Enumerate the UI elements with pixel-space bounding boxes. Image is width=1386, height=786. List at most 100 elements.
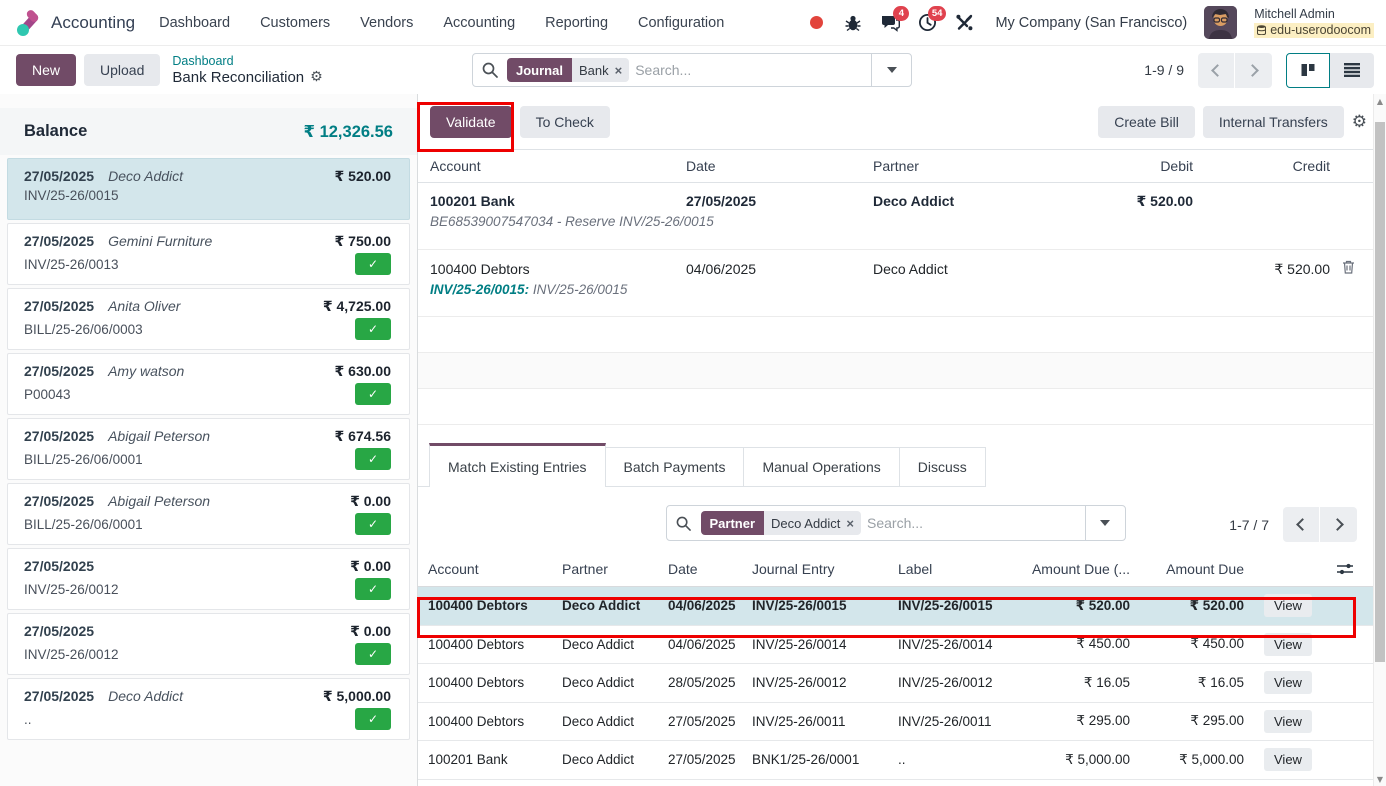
kanban-view-button[interactable]: [1286, 53, 1330, 88]
validated-check-button[interactable]: ✓: [355, 513, 391, 535]
tab-discuss[interactable]: Discuss: [899, 447, 986, 487]
validated-check-button[interactable]: ✓: [355, 708, 391, 730]
validated-check-button[interactable]: ✓: [355, 318, 391, 340]
avatar[interactable]: [1204, 6, 1237, 39]
col-account[interactable]: Account: [418, 158, 686, 174]
facet-remove-icon[interactable]: ×: [615, 63, 623, 78]
user-menu[interactable]: Mitchell Admin edu-userodoocom: [1254, 7, 1374, 38]
internal-transfers-button[interactable]: Internal Transfers: [1203, 106, 1344, 138]
line-date: 27/05/2025: [24, 428, 94, 444]
validated-check-button[interactable]: ✓: [355, 448, 391, 470]
col-credit[interactable]: Credit: [1199, 158, 1336, 174]
tab-batch-payments[interactable]: Batch Payments: [605, 447, 745, 487]
facet-remove-icon[interactable]: ×: [846, 516, 854, 531]
col-date[interactable]: Date: [660, 561, 744, 577]
statement-line-card[interactable]: 27/05/2025Deco Addict₹ 520.00INV/25-26/0…: [7, 158, 410, 220]
search-input[interactable]: [635, 62, 871, 78]
balance-label: Balance: [24, 122, 87, 141]
col-partner[interactable]: Partner: [873, 158, 1093, 174]
validated-check-button[interactable]: ✓: [355, 383, 391, 405]
list-view-button[interactable]: [1330, 53, 1374, 88]
statement-line-card[interactable]: 27/05/2025Amy watson₹ 630.00P00043✓: [7, 353, 410, 415]
breadcrumb-dashboard-link[interactable]: Dashboard: [172, 54, 322, 68]
match-row[interactable]: 100400 DebtorsDeco Addict28/05/2025INV/2…: [418, 664, 1373, 703]
validate-button[interactable]: Validate: [430, 106, 512, 138]
kanban-view-icon: [1300, 62, 1316, 78]
pager-previous-button[interactable]: [1198, 53, 1235, 88]
line-date: 27/05/2025: [24, 688, 94, 704]
statement-line-card[interactable]: 27/05/2025₹ 0.00INV/25-26/0012✓: [7, 548, 410, 610]
upload-button[interactable]: Upload: [84, 54, 160, 86]
match-pager-next-button[interactable]: [1320, 507, 1357, 542]
match-pager-value[interactable]: 1-7 / 7: [1229, 517, 1269, 533]
match-pager-previous-button[interactable]: [1283, 507, 1320, 542]
match-row[interactable]: 100400 DebtorsDeco Addict27/05/2025INV/2…: [418, 703, 1373, 742]
odoo-logo-icon[interactable]: [14, 9, 41, 36]
match-row[interactable]: 100201 BankDeco Addict27/05/2025BNK1/25-…: [418, 741, 1373, 780]
col-amount-due[interactable]: Amount Due: [1138, 561, 1252, 577]
activities-icon[interactable]: 54: [917, 13, 937, 33]
statement-line-card[interactable]: 27/05/2025Gemini Furniture₹ 750.00INV/25…: [7, 223, 410, 285]
menu-item-vendors[interactable]: Vendors: [360, 15, 413, 31]
match-row[interactable]: 100400 DebtorsDeco Addict04/06/2025INV/2…: [418, 626, 1373, 665]
col-debit[interactable]: Debit: [1093, 158, 1199, 174]
validated-check-button[interactable]: ✓: [355, 578, 391, 600]
create-bill-button[interactable]: Create Bill: [1098, 106, 1195, 138]
tab-match-existing-entries[interactable]: Match Existing Entries: [429, 443, 606, 487]
messages-icon[interactable]: 4: [880, 13, 900, 33]
line-amount: ₹ 4,725.00: [323, 298, 391, 315]
search-dropdown-toggle[interactable]: [871, 54, 911, 86]
action-gear-icon[interactable]: ⚙: [310, 69, 323, 85]
pager-next-button[interactable]: [1235, 53, 1272, 88]
vertical-scrollbar[interactable]: ▲ ▼: [1373, 94, 1386, 786]
col-account[interactable]: Account: [418, 561, 554, 577]
view-button[interactable]: View: [1264, 594, 1312, 617]
optional-columns-button[interactable]: [1318, 562, 1370, 576]
to-check-button[interactable]: To Check: [520, 106, 610, 138]
col-journal-entry[interactable]: Journal Entry: [744, 561, 890, 577]
delete-line-button[interactable]: [1336, 260, 1372, 274]
statement-line-card[interactable]: 27/05/2025Abigail Peterson₹ 674.56BILL/2…: [7, 418, 410, 480]
menu-item-reporting[interactable]: Reporting: [545, 15, 608, 31]
col-label[interactable]: Label: [890, 561, 1022, 577]
validated-check-button[interactable]: ✓: [355, 253, 391, 275]
col-date[interactable]: Date: [686, 158, 873, 174]
entry-row[interactable]: 100400 Debtors04/06/2025Deco Addict₹ 520…: [418, 250, 1373, 317]
settings-gear-icon[interactable]: ⚙: [1352, 112, 1367, 132]
bug-icon[interactable]: [843, 13, 863, 33]
menu-item-accounting[interactable]: Accounting: [443, 15, 515, 31]
scroll-up-icon[interactable]: ▲: [1374, 94, 1386, 108]
view-button[interactable]: View: [1264, 633, 1312, 656]
tools-icon[interactable]: [954, 13, 974, 33]
validated-check-button[interactable]: ✓: [355, 643, 391, 665]
statement-line-card[interactable]: 27/05/2025₹ 0.00INV/25-26/0012✓: [7, 613, 410, 675]
match-label: INV/25-26/0015: [890, 598, 1022, 613]
search-dropdown-toggle[interactable]: [1085, 506, 1125, 540]
pager-value[interactable]: 1-9 / 9: [1144, 62, 1184, 78]
menu-item-customers[interactable]: Customers: [260, 15, 330, 31]
view-button[interactable]: View: [1264, 671, 1312, 694]
new-button[interactable]: New: [16, 54, 76, 86]
match-search-bar: Partner Deco Addict ×: [666, 505, 1126, 541]
company-switcher[interactable]: My Company (San Francisco): [995, 15, 1187, 31]
menu-item-configuration[interactable]: Configuration: [638, 15, 724, 31]
scroll-down-icon[interactable]: ▼: [1374, 772, 1386, 786]
col-amount-due-currency[interactable]: Amount Due (...: [1022, 561, 1138, 577]
match-account: 100201 Bank: [418, 752, 554, 767]
tab-manual-operations[interactable]: Manual Operations: [743, 447, 899, 487]
app-name[interactable]: Accounting: [51, 13, 135, 33]
scrollbar-thumb[interactable]: [1375, 122, 1385, 662]
entry-memo-link[interactable]: INV/25-26/0015:: [430, 282, 529, 297]
statement-line-card[interactable]: 27/05/2025Deco Addict₹ 5,000.00..✓: [7, 678, 410, 740]
col-partner[interactable]: Partner: [554, 561, 660, 577]
statement-line-card[interactable]: 27/05/2025Anita Oliver₹ 4,725.00BILL/25-…: [7, 288, 410, 350]
menu-item-dashboard[interactable]: Dashboard: [159, 15, 230, 31]
status-dot-icon[interactable]: [806, 13, 826, 33]
chevron-right-icon: [1246, 64, 1259, 77]
match-search-input[interactable]: [867, 515, 1085, 531]
match-row[interactable]: 100400 DebtorsDeco Addict04/06/2025INV/2…: [418, 587, 1373, 626]
view-button[interactable]: View: [1264, 710, 1312, 733]
view-button[interactable]: View: [1264, 748, 1312, 771]
statement-line-card[interactable]: 27/05/2025Abigail Peterson₹ 0.00BILL/25-…: [7, 483, 410, 545]
entry-row[interactable]: 100201 Bank27/05/2025Deco Addict₹ 520.00…: [418, 183, 1373, 250]
